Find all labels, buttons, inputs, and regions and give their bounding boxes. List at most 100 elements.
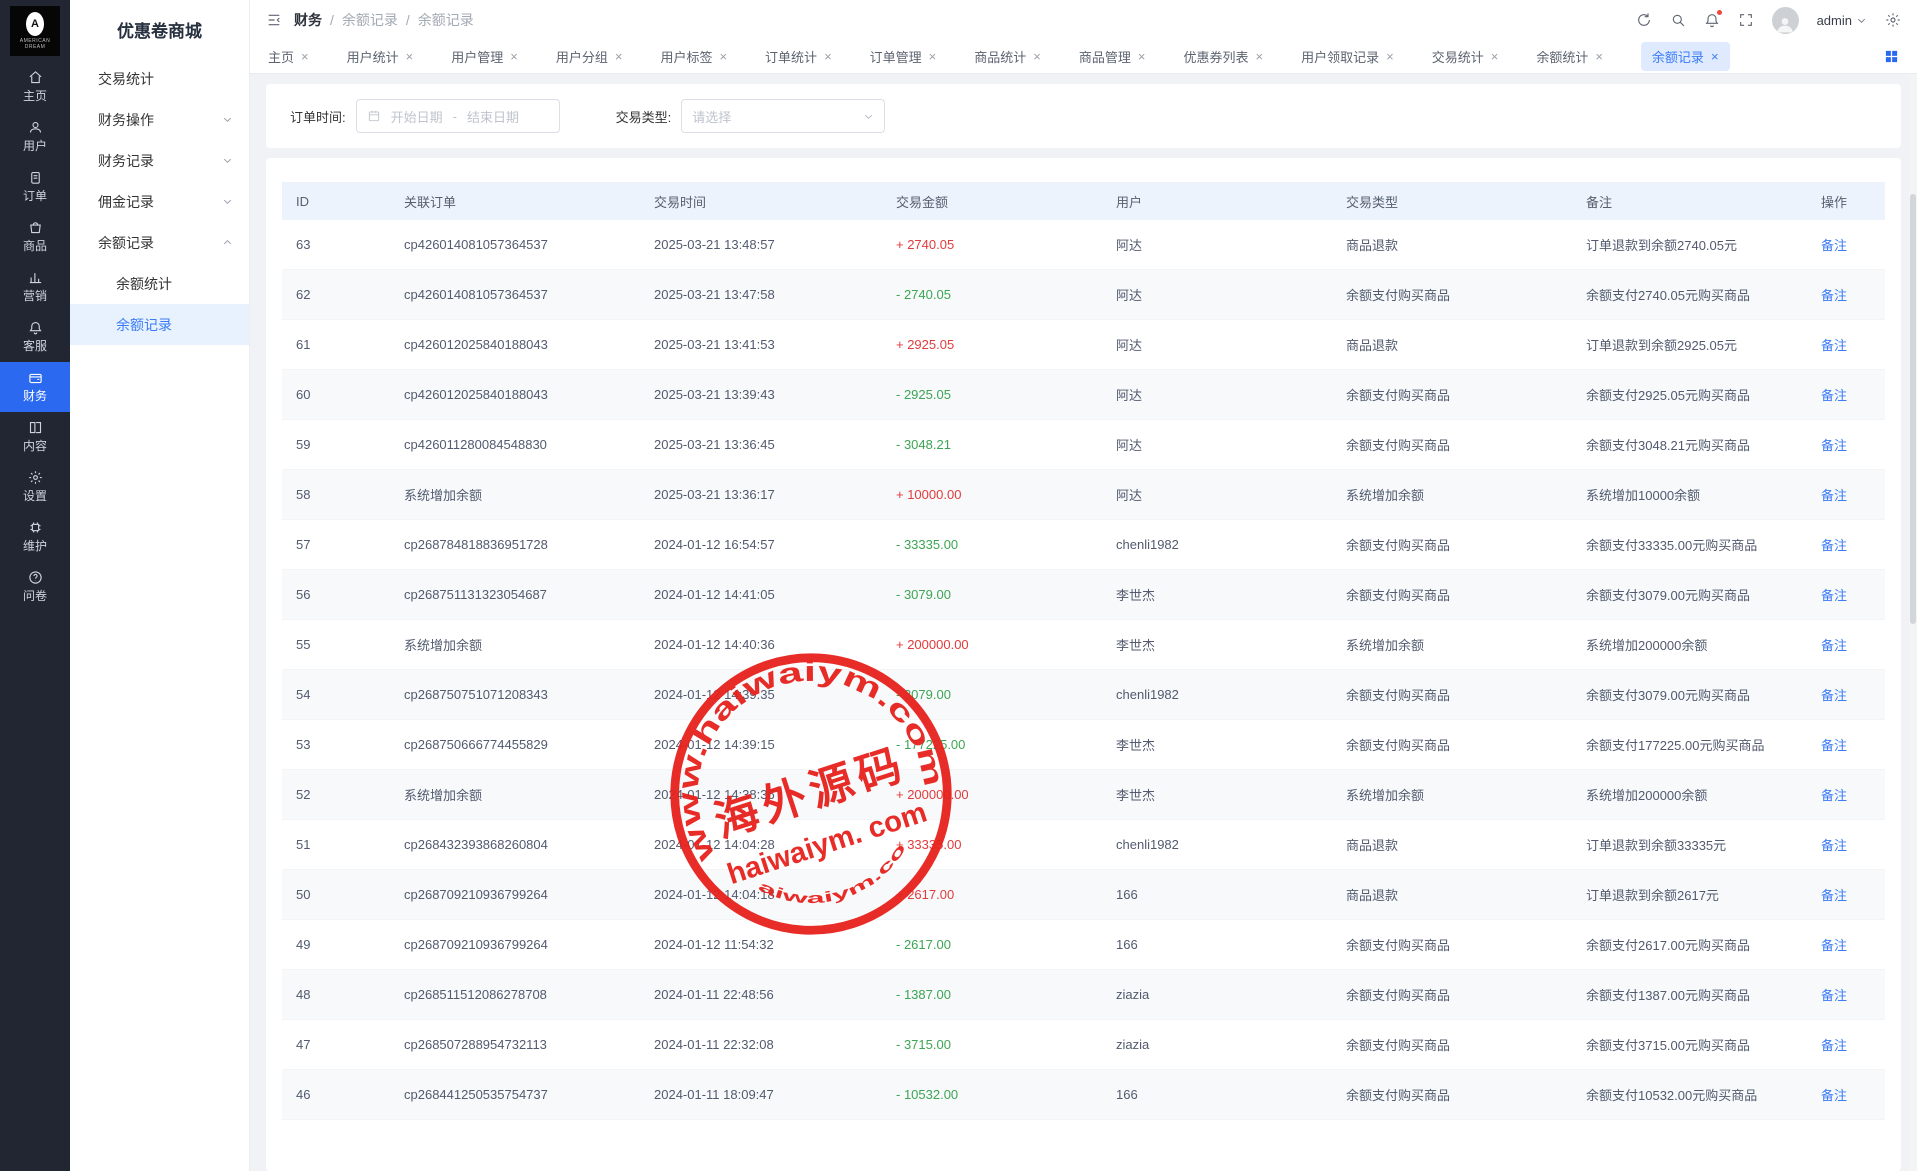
close-tab-icon[interactable]: ×: [1711, 50, 1719, 63]
tab-8[interactable]: 商品统计×: [974, 47, 1041, 66]
sidebar-item-3[interactable]: 订单: [0, 162, 70, 212]
cell-order: cp426012025840188043: [404, 387, 654, 402]
sidebar-item-6[interactable]: 客服: [0, 312, 70, 362]
scrollbar-track[interactable]: [1909, 74, 1917, 1171]
sidebar-item-7[interactable]: 财务: [0, 362, 70, 412]
remark-action-link[interactable]: 备注: [1821, 338, 1847, 353]
primary-sidebar: A AMERICAN DREAM 主页用户订单商品营销客服财务内容设置维护问卷: [0, 0, 70, 1171]
sidebar-item-10[interactable]: 维护: [0, 512, 70, 562]
cell-amount: - 2740.05: [896, 287, 1116, 302]
close-tab-icon[interactable]: ×: [929, 50, 937, 63]
remark-action-link[interactable]: 备注: [1821, 788, 1847, 803]
remark-action-link[interactable]: 备注: [1821, 538, 1847, 553]
date-range-input[interactable]: 开始日期 - 结束日期: [356, 99, 560, 133]
avatar[interactable]: [1772, 7, 1799, 34]
close-tab-icon[interactable]: ×: [1491, 50, 1499, 63]
menu-item-5[interactable]: 余额记录: [70, 222, 249, 263]
collapse-menu-icon[interactable]: [266, 12, 282, 28]
cell-amount: - 177225.00: [896, 737, 1116, 752]
remark-action-link[interactable]: 备注: [1821, 888, 1847, 903]
sidebar-item-2[interactable]: 用户: [0, 112, 70, 162]
search-icon[interactable]: [1670, 12, 1686, 28]
remark-action-link[interactable]: 备注: [1821, 938, 1847, 953]
table-header-row: ID关联订单交易时间交易金额用户交易类型备注操作: [282, 182, 1885, 220]
close-tab-icon[interactable]: ×: [1256, 50, 1264, 63]
tab-2[interactable]: 用户统计×: [347, 47, 414, 66]
close-tab-icon[interactable]: ×: [406, 50, 414, 63]
cell-id: 57: [296, 537, 404, 552]
close-tab-icon[interactable]: ×: [1386, 50, 1394, 63]
refresh-icon[interactable]: [1636, 12, 1652, 28]
tab-label: 余额统计: [1536, 47, 1588, 66]
remark-action-link[interactable]: 备注: [1821, 638, 1847, 653]
cell-time: 2024-01-12 14:39:15: [654, 737, 896, 752]
remark-action-link[interactable]: 备注: [1821, 288, 1847, 303]
gear-icon[interactable]: [1885, 12, 1901, 28]
remark-action-link[interactable]: 备注: [1821, 388, 1847, 403]
tab-5[interactable]: 用户标签×: [660, 47, 727, 66]
tab-11[interactable]: 用户领取记录 ×: [1301, 47, 1394, 66]
menu-item-2[interactable]: 财务操作: [70, 99, 249, 140]
table-row: 48cp2685115120862787082024-01-11 22:48:5…: [282, 970, 1885, 1020]
menu-item-7[interactable]: 余额记录: [70, 304, 249, 345]
tab-1[interactable]: 主页×: [268, 47, 309, 66]
remark-action-link[interactable]: 备注: [1821, 988, 1847, 1003]
close-tab-icon[interactable]: ×: [301, 50, 309, 63]
tab-14[interactable]: 余额记录×: [1641, 42, 1730, 71]
tab-10[interactable]: 优惠券列表×: [1183, 47, 1263, 66]
remark-action-link[interactable]: 备注: [1821, 688, 1847, 703]
close-tab-icon[interactable]: ×: [1595, 50, 1603, 63]
tab-9[interactable]: 商品管理×: [1079, 47, 1146, 66]
sidebar-item-4[interactable]: 商品: [0, 212, 70, 262]
notification-bell-icon[interactable]: [1704, 12, 1720, 28]
cell-user: 阿达: [1116, 385, 1346, 404]
user-menu[interactable]: admin: [1817, 13, 1867, 28]
menu-item-3[interactable]: 财务记录: [70, 140, 249, 181]
close-tab-icon[interactable]: ×: [1033, 50, 1041, 63]
cell-time: 2025-03-21 13:36:45: [654, 437, 896, 452]
tab-4[interactable]: 用户分组×: [556, 47, 623, 66]
tab-12[interactable]: 交易统计×: [1432, 47, 1499, 66]
sidebar-item-8[interactable]: 内容: [0, 412, 70, 462]
remark-action-link[interactable]: 备注: [1821, 488, 1847, 503]
remark-action-link[interactable]: 备注: [1821, 838, 1847, 853]
app-logo: A AMERICAN DREAM: [0, 0, 70, 62]
sidebar-item-5[interactable]: 营销: [0, 262, 70, 312]
remark-action-link[interactable]: 备注: [1821, 1038, 1847, 1053]
tab-options-grid-icon[interactable]: [1884, 49, 1899, 64]
menu-item-6[interactable]: 余额统计: [70, 263, 249, 304]
tab-3[interactable]: 用户管理×: [451, 47, 518, 66]
cell-remark: 余额支付3715.00元购买商品: [1586, 1035, 1821, 1054]
remark-action-link[interactable]: 备注: [1821, 238, 1847, 253]
breadcrumb-node-2[interactable]: 余额记录: [418, 10, 474, 30]
menu-item-4[interactable]: 佣金记录: [70, 181, 249, 222]
close-tab-icon[interactable]: ×: [824, 50, 832, 63]
close-tab-icon[interactable]: ×: [719, 50, 727, 63]
fullscreen-icon[interactable]: [1738, 12, 1754, 28]
breadcrumb-root[interactable]: 财务: [294, 10, 322, 30]
sidebar-item-11[interactable]: 问卷: [0, 562, 70, 612]
close-tab-icon[interactable]: ×: [510, 50, 518, 63]
tab-7[interactable]: 订单管理×: [870, 47, 937, 66]
tab-label: 用户领取记录: [1301, 47, 1379, 66]
remark-action-link[interactable]: 备注: [1821, 1088, 1847, 1103]
tab-6[interactable]: 订单统计×: [765, 47, 832, 66]
remark-action-link[interactable]: 备注: [1821, 438, 1847, 453]
close-tab-icon[interactable]: ×: [1138, 50, 1146, 63]
cell-order: cp268709210936799264: [404, 937, 654, 952]
sidebar-item-9[interactable]: 设置: [0, 462, 70, 512]
sidebar-item-1[interactable]: 主页: [0, 62, 70, 112]
cell-user: 阿达: [1116, 285, 1346, 304]
breadcrumb-node-1[interactable]: 余额记录: [342, 10, 398, 30]
trade-type-select[interactable]: 请选择: [681, 99, 885, 133]
date-end-placeholder: 结束日期: [467, 107, 519, 126]
remark-action-link[interactable]: 备注: [1821, 588, 1847, 603]
scrollbar-thumb[interactable]: [1910, 194, 1916, 624]
close-tab-icon[interactable]: ×: [615, 50, 623, 63]
date-separator: -: [453, 109, 457, 124]
menu-item-label: 佣金记录: [98, 192, 154, 212]
menu-item-1[interactable]: 交易统计: [70, 58, 249, 99]
tab-bar: 主页× 用户统计× 用户管理× 用户分组× 用户标签× 订单统计× 订单管理× 商品统计× 商品…: [250, 40, 1917, 74]
tab-13[interactable]: 余额统计 ×: [1536, 47, 1603, 66]
remark-action-link[interactable]: 备注: [1821, 738, 1847, 753]
